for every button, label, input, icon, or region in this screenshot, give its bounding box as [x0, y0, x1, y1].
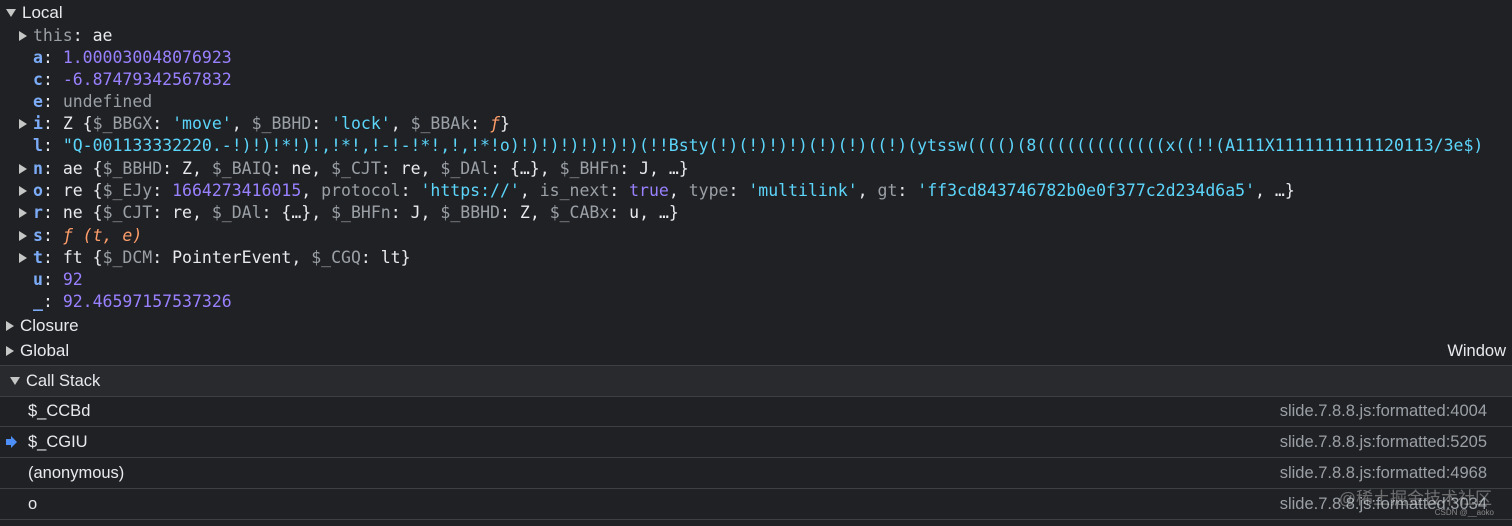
call-frame-name: $_CGIU	[28, 433, 88, 451]
watermark-small: CSDN @__aoko	[1434, 508, 1494, 517]
collapsed-triangle-icon[interactable]	[6, 345, 14, 356]
scope-closure-header[interactable]: Closure	[6, 315, 79, 337]
var-t[interactable]: t: ft {$_DCM: PointerEvent, $_CGQ: lt}	[19, 247, 411, 269]
global-value: Window	[1447, 342, 1506, 360]
var-a[interactable]: a: 1.000030048076923	[33, 47, 232, 69]
call-frame-current[interactable]: $_CGIU slide.7.8.8.js:formatted:5205	[0, 427, 1512, 458]
current-frame-arrow-icon	[6, 436, 17, 448]
scope-global-header[interactable]: Global	[6, 340, 69, 362]
call-frame-location[interactable]: slide.7.8.8.js:formatted:4004	[1280, 396, 1487, 426]
call-frame-name: (anonymous)	[28, 464, 125, 482]
var-n[interactable]: n: ae {$_BBHD: Z, $_BAIQ: ne, $_CJT: re,…	[19, 158, 689, 180]
var-underscore[interactable]: _: 92.46597157537326	[33, 291, 232, 313]
call-frame-name: o	[28, 495, 38, 513]
collapsed-triangle-icon[interactable]	[19, 230, 27, 241]
call-frame-location[interactable]: slide.7.8.8.js:formatted:5205	[1280, 427, 1487, 457]
collapsed-triangle-icon[interactable]	[19, 118, 27, 129]
var-u[interactable]: u: 92	[33, 269, 83, 291]
var-c[interactable]: c: -6.87479342567832	[33, 69, 232, 91]
collapsed-triangle-icon[interactable]	[19, 163, 27, 174]
var-s[interactable]: s: ƒ (t, e)	[19, 225, 142, 247]
collapsed-triangle-icon[interactable]	[6, 320, 14, 331]
call-stack-header[interactable]: Call Stack	[0, 365, 1512, 397]
expanded-triangle-icon[interactable]	[6, 8, 16, 17]
collapsed-triangle-icon[interactable]	[19, 185, 27, 196]
devtools-scope-panel: Local this: ae a: 1.000030048076923 c: -…	[0, 0, 1512, 526]
expanded-triangle-icon[interactable]	[10, 376, 20, 385]
scope-tree: Local this: ae a: 1.000030048076923 c: -…	[0, 0, 1512, 364]
call-frame[interactable]: o slide.7.8.8.js:formatted:3034	[0, 489, 1512, 520]
var-this[interactable]: this: ae	[19, 25, 113, 47]
call-frame[interactable]: (anonymous) slide.7.8.8.js:formatted:496…	[0, 458, 1512, 489]
collapsed-triangle-icon[interactable]	[19, 30, 27, 41]
scope-local-header[interactable]: Local	[6, 2, 63, 24]
collapsed-triangle-icon[interactable]	[19, 252, 27, 263]
call-stack-title: Call Stack	[26, 372, 101, 390]
var-i[interactable]: i: Z {$_BBGX: 'move', $_BBHD: 'lock', $_…	[19, 113, 510, 135]
var-o[interactable]: o: re {$_EJy: 1664273416015, protocol: '…	[19, 180, 1295, 202]
call-frame[interactable]: $_CCBd slide.7.8.8.js:formatted:4004	[0, 396, 1512, 427]
var-l[interactable]: l: "Q-001133332220.-!)!)!*!)!,!*!,!-!-!*…	[33, 135, 1483, 157]
collapsed-triangle-icon[interactable]	[19, 207, 27, 218]
var-r[interactable]: r: ne {$_CJT: re, $_DAl: {…}, $_BHFn: J,…	[19, 202, 679, 224]
watermark: @稀土掘金技术社区	[1338, 489, 1492, 508]
call-frame-name: $_CCBd	[28, 402, 91, 420]
var-e[interactable]: e: undefined	[33, 91, 152, 113]
